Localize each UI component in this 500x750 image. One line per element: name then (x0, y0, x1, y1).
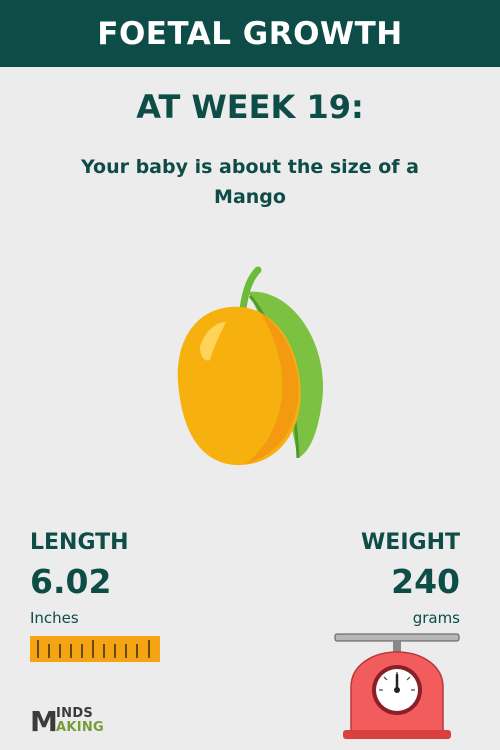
length-label: LENGTH (30, 530, 129, 555)
logo-text-top: INDS (56, 706, 94, 721)
scale-icon (334, 633, 460, 739)
size-comparison-text: Your baby is about the size of a Mango (81, 156, 419, 208)
weight-value: 240 (391, 562, 460, 601)
logo-text-bottom: AKING (56, 720, 105, 735)
header-bar: FOETAL GROWTH (0, 0, 500, 67)
logo-initial: M (30, 705, 58, 738)
weight-unit: grams (412, 609, 460, 627)
week-heading: AT WEEK 19: (136, 88, 364, 126)
ruler-icon (30, 636, 160, 662)
header-title: FOETAL GROWTH (97, 15, 403, 52)
length-unit: Inches (30, 609, 79, 627)
mango-icon (177, 266, 324, 466)
weight-label: WEIGHT (361, 530, 460, 555)
length-value: 6.02 (30, 562, 112, 601)
brand-logo: M INDS AKING (30, 705, 110, 738)
